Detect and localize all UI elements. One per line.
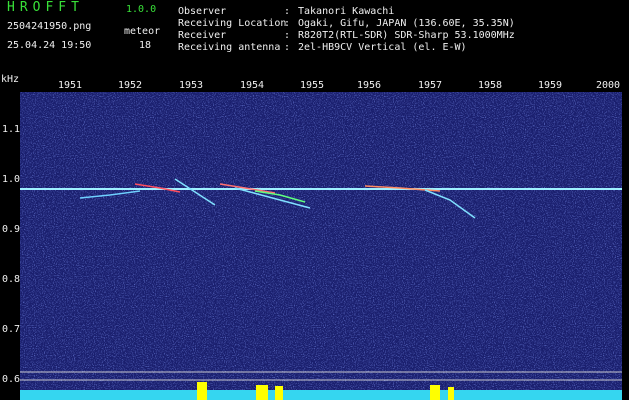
receiver-sep: : xyxy=(284,30,291,41)
time-tick-1952: 1952 xyxy=(118,80,143,91)
activity-bar xyxy=(256,385,268,400)
observer-value: Takanori Kawachi xyxy=(298,6,395,17)
time-tick-1956: 1956 xyxy=(357,80,382,91)
meteor-label: meteor xyxy=(124,26,161,37)
time-tick-1954: 1954 xyxy=(240,80,265,91)
activity-bar xyxy=(430,385,440,400)
time-tick-1958: 1958 xyxy=(478,80,503,91)
time-tick-1955: 1955 xyxy=(300,80,325,91)
observer-key: Observer xyxy=(178,6,227,17)
receiver-key: Receiver xyxy=(178,30,227,41)
app-version: 1.0.0 xyxy=(126,4,157,15)
activity-bar xyxy=(275,386,283,400)
freq-label-1.0: 1.0 xyxy=(2,174,21,185)
time-tick-2000: 2000 xyxy=(596,80,621,91)
location-key: Receiving Location xyxy=(178,18,287,29)
antenna-sep: : xyxy=(284,42,291,53)
location-value: Ogaki, Gifu, JAPAN (136.60E, 35.35N) xyxy=(298,18,515,29)
observer-sep: : xyxy=(284,6,291,17)
freq-label-0.9: 0.9 xyxy=(2,224,21,235)
meteor-count: 18 xyxy=(139,40,152,51)
freq-label-0.7: 0.7 xyxy=(2,324,21,335)
date-time: 25.04.24 19:50 xyxy=(7,40,92,51)
antenna-value: 2el-HB9CV Vertical (el. E-W) xyxy=(298,42,467,53)
receiver-value: R820T2(RTL-SDR) SDR-Sharp 53.1000MHz xyxy=(298,30,515,41)
freq-label-1.1: 1.1 xyxy=(2,124,21,135)
file-name: 2504241950.png xyxy=(7,21,92,32)
time-tick-1951: 1951 xyxy=(58,80,83,91)
antenna-key: Receiving antenna xyxy=(178,42,281,53)
spectrogram xyxy=(20,92,622,400)
location-sep: : xyxy=(284,18,291,29)
spectrogram-noise xyxy=(20,92,622,400)
activity-bar xyxy=(197,382,207,400)
unit-label: kHz xyxy=(1,74,20,85)
time-tick-1957: 1957 xyxy=(418,80,443,91)
noise-floor-band xyxy=(20,390,622,400)
freq-label-0.6: 0.6 xyxy=(2,374,21,385)
app-title: HROFFT xyxy=(7,0,84,15)
freq-label-0.8: 0.8 xyxy=(2,274,21,285)
time-tick-1959: 1959 xyxy=(538,80,563,91)
time-tick-1953: 1953 xyxy=(179,80,204,91)
activity-bar xyxy=(448,387,454,400)
